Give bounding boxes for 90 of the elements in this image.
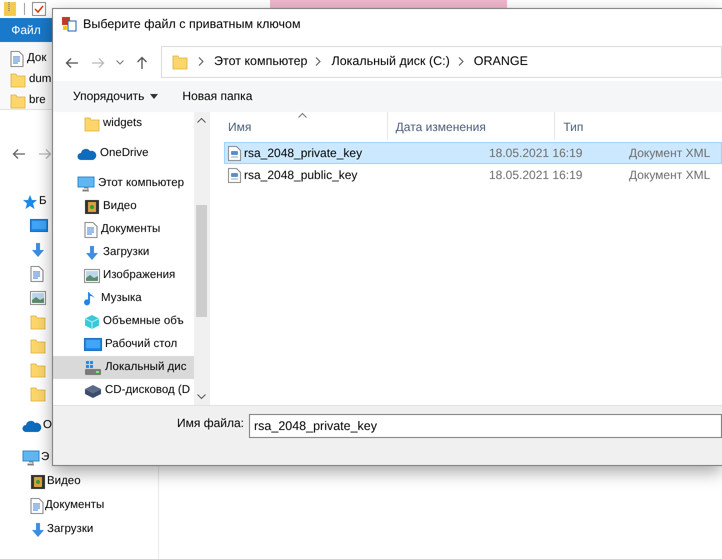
document-icon bbox=[84, 222, 98, 238]
folder-icon bbox=[84, 116, 100, 132]
zip-folder-icon bbox=[3, 1, 17, 17]
down-arrow-icon bbox=[30, 242, 46, 258]
nav-item[interactable]: Музыка bbox=[53, 287, 194, 310]
file-name: rsa_2048_public_key bbox=[244, 167, 358, 184]
nav-item[interactable]: widgets bbox=[53, 112, 194, 136]
folder-icon bbox=[30, 338, 46, 354]
nav-item[interactable]: Локальный дис bbox=[53, 356, 194, 380]
document-icon bbox=[30, 266, 44, 282]
nav-item[interactable]: Объемные объ bbox=[53, 310, 194, 334]
nav-item[interactable]: Э bbox=[41, 449, 50, 467]
disc-drive-icon bbox=[84, 384, 102, 398]
star-icon bbox=[22, 194, 38, 210]
nav-item[interactable]: Изображения bbox=[53, 264, 194, 288]
column-header[interactable]: Дата изменения bbox=[388, 112, 556, 140]
folder-icon bbox=[172, 54, 188, 70]
nav-item[interactable]: Видео bbox=[53, 195, 194, 218]
file-row[interactable]: rsa_2048_private_key 18.05.2021 16:19 Документ XML bbox=[224, 142, 722, 164]
forward-arrow-icon bbox=[91, 56, 105, 68]
caret-icon bbox=[150, 94, 158, 99]
breadcrumb[interactable]: Локальный диск (C:) bbox=[327, 52, 454, 72]
file-name: rsa_2048_private_key bbox=[244, 145, 362, 162]
nav-item[interactable]: Б bbox=[39, 193, 47, 211]
column-header[interactable]: Тип bbox=[555, 112, 722, 140]
file-row[interactable]: rsa_2048_public_key 18.05.2021 16:19 Документ XML bbox=[224, 164, 722, 186]
drive-icon bbox=[84, 360, 102, 376]
file-name[interactable]: Док bbox=[27, 50, 46, 68]
address-bar[interactable]: Этот компьютер Локальный диск (C:) ORANGE bbox=[161, 46, 722, 78]
folder-icon bbox=[10, 72, 26, 88]
document-icon bbox=[10, 50, 24, 66]
folder-icon bbox=[30, 362, 46, 378]
xml-file-icon bbox=[228, 146, 241, 161]
cloud-icon bbox=[22, 419, 42, 433]
new-folder-button[interactable]: Новая папка bbox=[176, 83, 258, 110]
folder-icon bbox=[30, 386, 46, 402]
type-text: Документ XML bbox=[629, 168, 710, 182]
file-tab[interactable]: Файл bbox=[0, 18, 52, 42]
forward-arrow-icon bbox=[38, 148, 52, 160]
screen-icon bbox=[84, 338, 102, 352]
caret-icon bbox=[197, 118, 206, 124]
film-icon bbox=[84, 198, 100, 215]
nav-item[interactable]: Рабочий стол bbox=[53, 333, 194, 356]
breadcrumb[interactable]: ORANGE bbox=[470, 52, 532, 72]
nav-item[interactable]: Документы bbox=[53, 218, 194, 242]
nav-item[interactable]: CD-дисковод (D bbox=[53, 379, 194, 402]
app-icon bbox=[61, 16, 77, 32]
cloud-icon bbox=[77, 146, 97, 161]
caret-icon bbox=[116, 60, 124, 65]
scroll-thumb[interactable] bbox=[196, 205, 207, 318]
chevron-icon bbox=[198, 57, 204, 66]
nav-item[interactable]: Видео bbox=[47, 473, 81, 491]
file-name[interactable]: dum bbox=[29, 70, 52, 88]
screen-icon bbox=[30, 219, 48, 233]
window-title: Выберите файл с приватным ключом bbox=[83, 16, 301, 33]
xml-file-icon bbox=[228, 168, 241, 183]
image-icon bbox=[84, 268, 100, 283]
scrollbar[interactable] bbox=[194, 112, 209, 406]
cube-icon bbox=[84, 314, 100, 330]
date-text: 18.05.2021 16:19 bbox=[489, 146, 582, 160]
back-arrow-icon bbox=[65, 56, 79, 68]
organize-button[interactable]: Упорядочить bbox=[67, 83, 164, 110]
breadcrumb[interactable]: Этот компьютер bbox=[210, 52, 312, 72]
file-name-field[interactable]: rsa_2048_private_key bbox=[249, 414, 722, 438]
monitor-icon bbox=[77, 176, 95, 192]
nav-item[interactable]: О bbox=[43, 417, 52, 435]
down-arrow-icon bbox=[30, 522, 46, 538]
chevron-icon bbox=[315, 57, 322, 66]
nav-item[interactable]: Документы bbox=[45, 497, 104, 515]
caret-icon bbox=[197, 394, 206, 400]
file-name[interactable]: bre bbox=[29, 92, 46, 110]
type-text: Документ XML bbox=[629, 146, 710, 160]
back-arrow-icon bbox=[12, 148, 26, 160]
monitor-icon bbox=[22, 450, 40, 466]
nav-item[interactable]: OneDrive bbox=[53, 142, 194, 166]
image-icon bbox=[30, 291, 46, 305]
folder-icon bbox=[30, 314, 46, 330]
file-name-label: Имя файла: bbox=[176, 415, 245, 432]
up-arrow-icon bbox=[136, 56, 148, 70]
sort-caret-icon bbox=[298, 113, 308, 118]
film-icon bbox=[30, 474, 46, 490]
date-text: 18.05.2021 16:19 bbox=[489, 168, 582, 182]
nav-item[interactable]: Этот компьютер bbox=[53, 172, 194, 196]
folder-icon bbox=[10, 92, 26, 108]
nav-item[interactable]: Загрузки bbox=[47, 521, 94, 539]
column-header[interactable]: Имя bbox=[210, 112, 388, 140]
nav-item[interactable]: Загрузки bbox=[53, 241, 194, 264]
document-icon bbox=[30, 498, 44, 514]
down-arrow-icon bbox=[84, 244, 100, 261]
chevron-icon bbox=[458, 57, 464, 66]
